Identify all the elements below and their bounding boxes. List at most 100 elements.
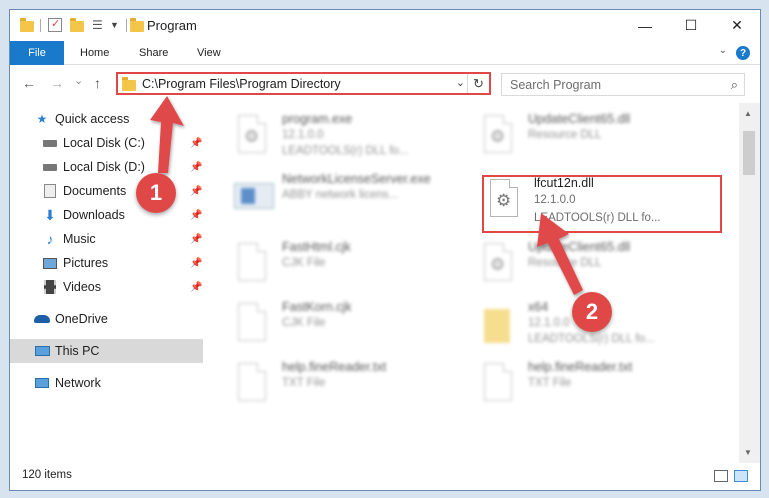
file-description: LEADTOOLS(r) DLL fo... (282, 145, 409, 157)
sidebar-item-videos[interactable]: Videos 📌 (10, 275, 203, 299)
sidebar-item-label: This PC (55, 344, 100, 358)
close-button[interactable]: ✕ (714, 10, 760, 41)
downloads-icon: ⬇ (44, 206, 56, 223)
tab-file[interactable]: File (10, 41, 64, 65)
step-2-badge: 2 (572, 292, 612, 332)
sidebar-item-local-disk-c[interactable]: Local Disk (C:) 📌 (10, 131, 203, 155)
application-icon (234, 175, 274, 217)
tab-home[interactable]: Home (80, 41, 109, 65)
file-version: 12.1.0.0 (282, 129, 324, 141)
pin-icon[interactable]: 📌 (190, 186, 202, 197)
scroll-down-icon[interactable]: ▼ (744, 448, 752, 457)
star-icon: ★ (36, 112, 48, 126)
sidebar-item-network[interactable]: Network (10, 371, 203, 395)
up-button[interactable]: ↑ (94, 75, 101, 91)
file-item[interactable]: ⚙ UpdateClient65.dll Resource DLL (472, 109, 712, 167)
sidebar-item-music[interactable]: ♪ Music 📌 (10, 227, 203, 251)
address-dropdown-button[interactable]: ⌄ (456, 76, 465, 89)
folder-icon (480, 303, 516, 345)
file-type: TXT File (282, 377, 326, 389)
tab-view[interactable]: View (197, 41, 221, 65)
scroll-up-icon[interactable]: ▲ (744, 109, 752, 118)
sidebar-item-label: Downloads (63, 208, 125, 222)
address-bar[interactable]: C:\Program Files\Program Directory ⌄ ↻ (116, 72, 491, 95)
search-input[interactable]: Search Program ⌕ (501, 73, 745, 96)
divider (40, 19, 41, 32)
file-type: CJK File (282, 257, 326, 269)
file-description: ABBY network licens... (282, 189, 399, 201)
sidebar-item-this-pc[interactable]: This PC (10, 339, 203, 363)
pin-icon[interactable]: 📌 (190, 210, 202, 221)
pin-icon[interactable]: 📌 (190, 234, 202, 245)
file-name: FastKorn.cjk (282, 300, 352, 314)
folder-icon (130, 18, 144, 32)
new-folder-icon[interactable] (70, 18, 84, 32)
step-1-badge: 1 (136, 173, 176, 213)
sidebar-item-label: Local Disk (D:) (63, 160, 145, 174)
file-name: help.fineReader.txt (282, 360, 387, 374)
file-description: LEADTOOLS(r) DLL fo... (528, 333, 655, 345)
sidebar-item-label: Videos (63, 280, 101, 294)
back-button[interactable]: ← (22, 75, 36, 91)
file-item[interactable]: help.fineReader.txt TXT File (226, 357, 466, 415)
ribbon-tabs: File Home Share View ⌄ ? (10, 41, 760, 65)
divider (126, 19, 127, 32)
chevron-down-icon[interactable]: ⌄ (719, 45, 727, 56)
help-button[interactable]: ? (736, 46, 750, 60)
maximize-button[interactable]: ☐ (668, 10, 714, 41)
sidebar-item-pictures[interactable]: Pictures 📌 (10, 251, 203, 275)
explorer-window: ✓ ☰ ▼ Program — ☐ ✕ File Home Share View… (9, 9, 761, 491)
file-type: TXT File (528, 377, 572, 389)
music-icon: ♪ (46, 231, 54, 247)
file-version: 12.1.0.0 (528, 317, 570, 329)
minimize-button[interactable]: — (622, 10, 668, 41)
dll-icon: ⚙ (480, 115, 516, 157)
recent-locations-button[interactable]: ⌄ (74, 74, 83, 87)
pin-icon[interactable]: 📌 (190, 258, 202, 269)
search-icon[interactable]: ⌕ (731, 77, 738, 93)
file-item[interactable]: FastHtml.cjk CJK File (226, 237, 466, 295)
details-view-icon[interactable] (714, 470, 728, 482)
large-icons-view-icon[interactable] (734, 470, 748, 482)
forward-button[interactable]: → (50, 75, 64, 91)
sidebar-item-local-disk-d[interactable]: Local Disk (D:) 📌 (10, 155, 203, 179)
item-count: 120 items (22, 469, 72, 481)
file-item[interactable]: NetworkLicenseServer.exe ABBY network li… (226, 169, 466, 227)
exe-icon: ⚙ (234, 115, 270, 157)
navigation-bar: ← → ⌄ ↑ C:\Program Files\Program Directo… (10, 66, 760, 102)
pin-icon[interactable]: 📌 (190, 282, 202, 293)
customize-toolbar-icon[interactable]: ☰ (92, 18, 106, 32)
properties-icon[interactable]: ✓ (48, 18, 62, 32)
onedrive-icon (34, 312, 50, 326)
sidebar-item-label: Documents (63, 184, 127, 198)
network-icon (34, 376, 50, 390)
document-icon (234, 243, 270, 285)
file-item[interactable]: FastKorn.cjk CJK File (226, 297, 466, 355)
file-name: help.fineReader.txt (528, 360, 633, 374)
sidebar-item-onedrive[interactable]: OneDrive (10, 307, 203, 331)
vertical-scrollbar[interactable]: ▲ ▼ (739, 103, 760, 463)
documents-icon (42, 184, 58, 198)
disk-icon (42, 160, 58, 174)
pin-icon[interactable]: 📌 (190, 162, 202, 173)
sidebar-item-label: Local Disk (C:) (63, 136, 145, 150)
chevron-down-icon[interactable]: ▼ (110, 20, 124, 34)
file-item[interactable]: help.fineReader.txt TXT File (472, 357, 712, 415)
file-item[interactable]: ⚙ program.exe 12.1.0.0 LEADTOOLS(r) DLL … (226, 109, 466, 167)
sidebar-item-quick-access[interactable]: ★ Quick access (10, 107, 203, 131)
file-item[interactable]: ⚙ UpdateClient65.dll Resource DLL (472, 237, 712, 295)
scrollbar-thumb[interactable] (743, 131, 755, 175)
file-name: UpdateClient65.dll (528, 240, 631, 254)
window-title: Program (147, 18, 197, 33)
sidebar-item-label: Quick access (55, 112, 130, 126)
refresh-button[interactable]: ↻ (467, 74, 489, 93)
file-name: UpdateClient65.dll (528, 112, 631, 126)
file-name: NetworkLicenseServer.exe (282, 172, 431, 186)
videos-icon (42, 280, 58, 294)
address-path[interactable]: C:\Program Files\Program Directory (142, 77, 341, 91)
tab-share[interactable]: Share (139, 41, 168, 65)
file-name: x64 (528, 300, 549, 314)
sidebar-item-downloads[interactable]: ⬇ Downloads 📌 (10, 203, 203, 227)
pin-icon[interactable]: 📌 (190, 138, 202, 149)
status-bar: 120 items (10, 463, 760, 490)
